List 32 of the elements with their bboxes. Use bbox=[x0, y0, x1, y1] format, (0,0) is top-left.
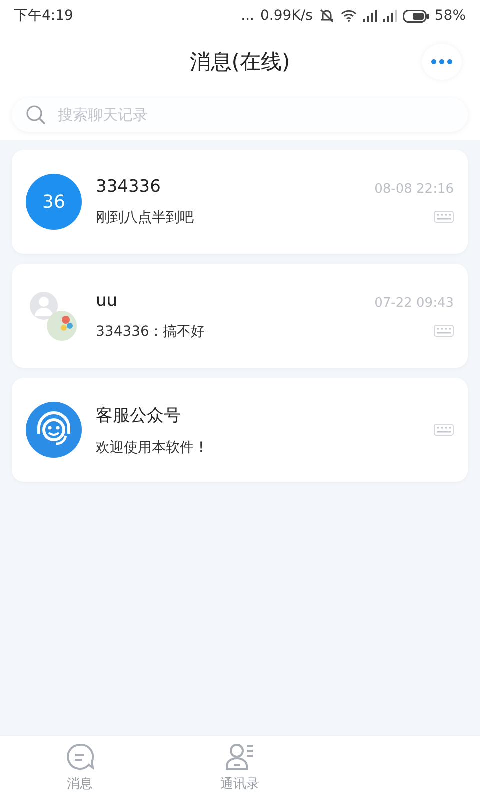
more-button[interactable] bbox=[422, 44, 462, 80]
contact-name: 客服公众号 bbox=[96, 404, 182, 426]
page-title: 消息(在线) bbox=[190, 49, 290, 76]
message-time: 07-22 09:43 bbox=[374, 296, 454, 310]
search-field[interactable]: 搜索聊天记录 bbox=[12, 98, 468, 132]
conversation-card[interactable]: uu 334336 : 搞不好 07-22 09:43 bbox=[12, 264, 468, 368]
chat-icon bbox=[65, 743, 95, 771]
network-speed: 0.99K/s bbox=[260, 8, 313, 24]
contacts-icon bbox=[225, 743, 255, 771]
message-preview: 334336 : 搞不好 bbox=[96, 323, 206, 341]
contact-name: 334336 bbox=[96, 177, 162, 197]
status-more: ... bbox=[241, 8, 254, 24]
conversation-card[interactable]: 36 334336 刚到八点半到吧 08-08 22:16 bbox=[12, 150, 468, 254]
keyboard-icon bbox=[434, 324, 454, 336]
more-icon bbox=[431, 59, 453, 65]
message-time: 08-08 22:16 bbox=[374, 182, 454, 196]
contact-name: uu bbox=[96, 291, 119, 311]
signal-icon bbox=[362, 10, 377, 22]
search-icon bbox=[26, 105, 46, 125]
avatar: 36 bbox=[26, 174, 82, 230]
battery-percent: 58% bbox=[434, 8, 466, 24]
signal-icon bbox=[382, 10, 397, 22]
message-preview: 欢迎使用本软件 ! bbox=[96, 438, 206, 456]
status-time: 下午4:19 bbox=[14, 7, 74, 25]
mute-icon bbox=[318, 9, 335, 23]
message-preview: 刚到八点半到吧 bbox=[96, 209, 195, 227]
battery-icon bbox=[402, 10, 429, 22]
wifi-icon bbox=[340, 10, 357, 22]
keyboard-icon bbox=[434, 210, 454, 222]
headset-avatar-icon bbox=[26, 402, 82, 458]
conversation-card[interactable]: 客服公众号 欢迎使用本软件 ! bbox=[12, 378, 468, 482]
keyboard-icon bbox=[434, 424, 454, 436]
